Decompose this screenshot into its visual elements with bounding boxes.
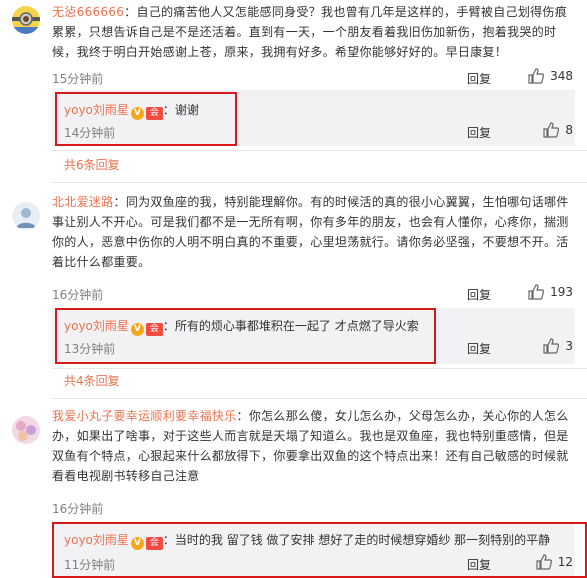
like-button[interactable]: 193 [528,284,573,300]
comment-meta: 15分钟前 回复 348 [52,68,573,88]
comment-author[interactable]: 我爱小丸子要幸运顺利要幸福快乐 [52,409,237,423]
reply-meta: 11分钟前 回复 12 [64,554,573,574]
divider [52,368,587,369]
like-count: 12 [557,555,573,569]
reply-author[interactable]: yoyo刘雨星 [64,319,129,333]
reply-text: ：谢谢 [162,103,199,117]
thumbs-up-icon [528,68,545,84]
verified-icon: V [130,537,144,550]
member-icon: 会 [145,323,163,336]
reply-line: yoyo刘雨星 V 会：当时的我 留了钱 做了安排 想好了走的时候想穿婚纱 那一刻特… [64,531,550,550]
reply-meta: 14分钟前 回复 8 [64,122,573,142]
reply-button[interactable]: 回复 [467,286,491,303]
comment-meta: 16分钟前 回复 193 [52,284,573,304]
comment-author[interactable]: 北北爱迷路 [52,195,114,209]
comment-time: 15分钟前 [52,72,104,86]
thumbs-up-icon [543,122,560,138]
avatar-user[interactable] [12,416,40,444]
reply-button[interactable]: 回复 [467,340,491,357]
avatar-user[interactable] [12,202,40,230]
like-button[interactable]: 8 [543,122,573,138]
like-count: 193 [550,285,573,299]
reply-button[interactable]: 回复 [467,70,491,87]
thumbs-up-icon [528,284,545,300]
comment-text: 无惉666666：自己的痛苦他人又怎能感同身受？我也曾有几年是这样的，手臂被自己… [52,5,568,59]
more-replies-link[interactable]: 共6条回复 [64,156,120,173]
like-count: 8 [565,123,573,137]
reply-time: 14分钟前 [64,126,116,140]
like-button[interactable]: 12 [536,554,573,570]
comment-time: 16分钟前 [52,288,104,302]
like-count: 3 [565,339,573,353]
reply-author[interactable]: yoyo刘雨星 [64,533,129,547]
reply-meta: 13分钟前 回复 3 [64,338,573,358]
reply-time: 13分钟前 [64,342,116,356]
member-icon: 会 [145,537,163,550]
like-button[interactable]: 3 [543,338,573,354]
comment-text: 北北爱迷路：同为双鱼座的我，特别能理解你。有的时候活的真的很小心翼翼，生怕哪句话… [52,195,569,269]
verified-icon: V [130,323,144,336]
more-replies-link[interactable]: 共4条回复 [64,372,120,389]
reply-time: 11分钟前 [64,558,116,572]
reply-button[interactable]: 回复 [467,556,491,573]
like-count: 348 [550,69,573,83]
like-button[interactable]: 348 [528,68,573,84]
member-icon: 会 [145,107,163,120]
verified-icon: V [130,107,144,120]
reply-author[interactable]: yoyo刘雨星 [64,103,129,117]
comment-meta: 16分钟前 [52,498,573,518]
comment-1: 无惉666666：自己的痛苦他人又怎能感同身受？我也曾有几年是这样的，手臂被自己… [0,0,587,190]
comment-3: 我爱小丸子要幸运顺利要幸福快乐：你怎么那么傻，女儿怎么办，父母怎么办，关心你的人… [0,404,587,578]
reply-button[interactable]: 回复 [467,124,491,141]
thumbs-up-icon [536,554,552,570]
comment-2: 北北爱迷路：同为双鱼座的我，特别能理解你。有的时候活的真的很小心翼翼，生怕哪句话… [0,190,587,404]
reply-text: ：当时的我 留了钱 做了安排 想好了走的时候想穿婚纱 那一刻特别的平静 [162,533,551,547]
divider [52,150,587,151]
divider [52,182,587,183]
thumbs-up-icon [543,338,560,354]
comment-author[interactable]: 无惉666666 [52,5,124,19]
avatar-minion[interactable] [12,6,40,34]
comment-time: 16分钟前 [52,502,104,516]
reply-line: yoyo刘雨星 V 会：所有的烦心事都堆积在一起了 才点燃了导火索 [64,317,419,336]
divider [52,398,587,399]
comment-text: 我爱小丸子要幸运顺利要幸福快乐：你怎么那么傻，女儿怎么办，父母怎么办，关心你的人… [52,409,569,483]
reply-text: ：所有的烦心事都堆积在一起了 才点燃了导火索 [162,319,419,333]
reply-line: yoyo刘雨星 V 会：谢谢 [64,101,199,120]
